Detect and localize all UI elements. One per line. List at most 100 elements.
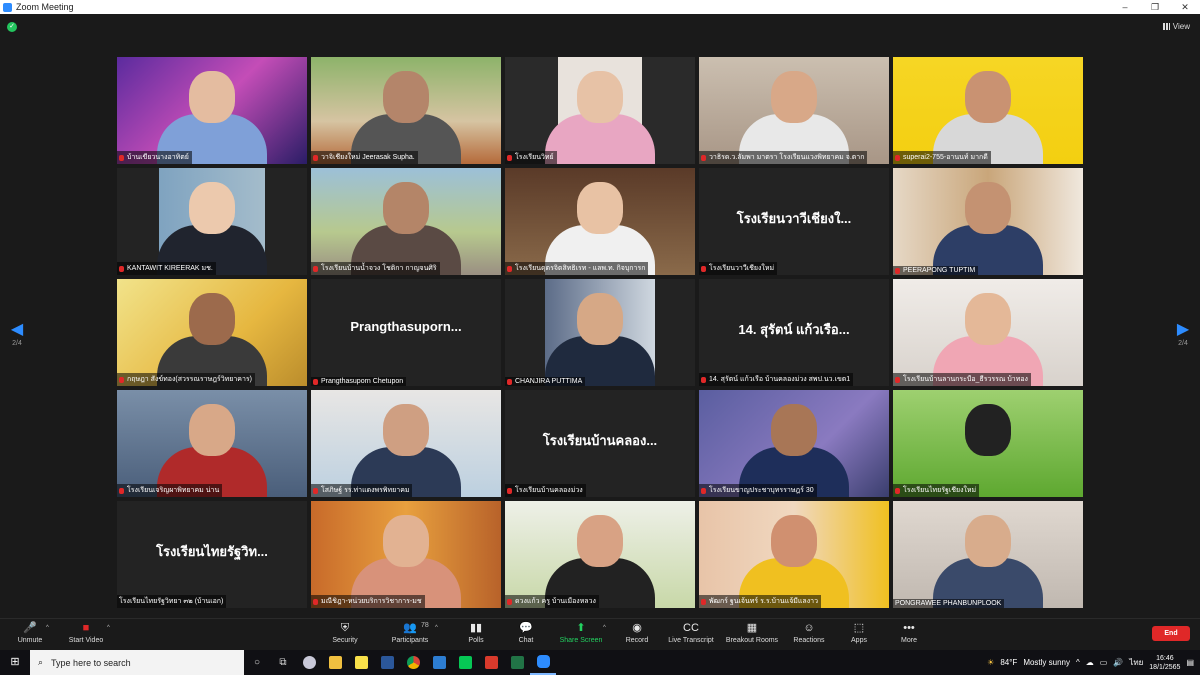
page-indicator-left: 2/4: [12, 340, 22, 347]
participant-video-tile[interactable]: PONGRAWEE PHANBUNPLOOK: [893, 501, 1083, 608]
participant-video-head: [965, 182, 1011, 234]
muted-mic-icon: [895, 376, 900, 383]
participant-video-tile[interactable]: บ้านเขียวนางอาทิตย์: [117, 57, 307, 164]
participant-video-tile[interactable]: โรงเรียนบ้านลานกระบือ_ธีรวรรณ บ้าทอง: [893, 279, 1083, 386]
participant-video-tile[interactable]: วาจิเชียงใหม่ Jeerasak Supha.: [311, 57, 501, 164]
input-language[interactable]: ไทย: [1129, 656, 1143, 669]
more-button[interactable]: ••• More: [879, 622, 939, 644]
participant-video-tile[interactable]: PEERAPONG TUPTIM: [893, 168, 1083, 275]
participant-name: โรงเรียนขาญประชาบุทรราษฎร์ 30: [709, 487, 814, 494]
chat-button[interactable]: 💬 Chat: [496, 622, 556, 644]
participant-video-tile[interactable]: 14. สุรัตน์ แก้วเรือ... 14. สุรัตน์ แก้วเ…: [699, 279, 889, 386]
encryption-shield-icon[interactable]: ✓: [7, 22, 17, 32]
participant-video-tile[interactable]: โรงเรียนดุตรจิตสิทธิเรท - แลพ.ท. กิจบุกา…: [505, 168, 695, 275]
participant-name-tag: วาธิรด.ว.ลัมพา มาตรา โรงเรียนแวงพิทยาคม …: [699, 151, 868, 164]
record-icon: ◉: [632, 622, 642, 634]
participant-name-tag: โรงเรียนไทยรัฐเชียงใหม่: [893, 484, 980, 497]
search-placeholder: Type here to search: [51, 657, 131, 668]
breakout-rooms-button[interactable]: ▦ Breakout Rooms: [722, 622, 782, 644]
taskbar-clock[interactable]: 16:46 18/1/2565: [1149, 654, 1180, 672]
participant-video-tile[interactable]: โรงเรียนวิทย์: [505, 57, 695, 164]
participant-video-tile[interactable]: โรงเรียนขาญประชาบุทรราษฎร์ 30: [699, 390, 889, 497]
photos-icon[interactable]: [426, 650, 452, 675]
next-page-control[interactable]: ▶ 2/4: [1173, 322, 1193, 348]
windows-start-icon[interactable]: ⊞: [0, 650, 30, 675]
participant-name: โสภิษฐ์ รร.ท่าแดงพรพิทยาคม: [321, 487, 410, 494]
audio-options-caret[interactable]: ^: [46, 625, 49, 631]
word-icon[interactable]: [374, 650, 400, 675]
network-icon[interactable]: ▭: [1100, 658, 1108, 667]
participant-video-tile[interactable]: พัฒกร์ ฐนเจ้นทร์ ร.ร.บ้านแจ้มีแลงาว: [699, 501, 889, 608]
participant-video-tile[interactable]: โรงเรียนวาวีเชียงใ... โรงเรียนวาวีเชียงให…: [699, 168, 889, 275]
meeting-toolbar: 🎤 Unmute ^ ■ Start Video ^ ⛨ Security 👥 …: [0, 618, 1200, 650]
game-app-icon[interactable]: [296, 650, 322, 675]
participant-name: วาจิเชียงใหม่ Jeerasak Supha.: [321, 154, 415, 161]
notifications-icon[interactable]: ▤: [1186, 658, 1194, 667]
participant-video-head: [577, 182, 623, 234]
show-hidden-icons-icon[interactable]: ^: [1076, 658, 1080, 667]
taskbar-search-box[interactable]: ⌕ Type here to search: [30, 650, 244, 675]
pdf-reader-icon[interactable]: [478, 650, 504, 675]
participant-name: PONGRAWEE PHANBUNPLOOK: [895, 600, 1002, 607]
participant-video-tile[interactable]: โรงเรียนไทยรัฐเชียงใหม่: [893, 390, 1083, 497]
participant-video-head: [383, 182, 429, 234]
participant-video-tile[interactable]: มณีชิฎา-หน่วยบริการวิชาการ-มช: [311, 501, 501, 608]
chevron-right-icon[interactable]: ▶: [1173, 322, 1193, 338]
previous-page-control[interactable]: ◀ 2/4: [7, 322, 27, 348]
file-explorer-icon[interactable]: [322, 650, 348, 675]
task-view-icon[interactable]: ⧉: [270, 650, 296, 675]
participant-video-tile[interactable]: ดวงแก้ว ครู บ้านเมืองหลวง: [505, 501, 695, 608]
participant-video-tile[interactable]: โรงเรียนเจริญผาพิทยาคม น่าน: [117, 390, 307, 497]
maximize-button[interactable]: ❐: [1140, 2, 1170, 13]
record-button[interactable]: ◉ Record: [607, 622, 667, 644]
weather-sun-icon[interactable]: ☀: [987, 658, 994, 667]
sticky-notes-icon[interactable]: [348, 650, 374, 675]
weather-temp[interactable]: 84°F: [1000, 658, 1017, 667]
participants-button[interactable]: 👥 78 Participants: [380, 622, 440, 644]
participant-video-tile[interactable]: วาธิรด.ว.ลัมพา มาตรา โรงเรียนแวงพิทยาคม …: [699, 57, 889, 164]
participant-name: 14. สุรัตน์ แก้วเรือ บ้านคลองม่วง สพป.นว…: [709, 376, 851, 383]
muted-mic-icon: 🎤: [23, 622, 37, 634]
participants-options-caret[interactable]: ^: [435, 625, 438, 631]
participant-video-tile[interactable]: KANTAWIT KIREERAK มช.: [117, 168, 307, 275]
participant-video-tile[interactable]: Prangthasuporn... Prangthasuporn Chetupon: [311, 279, 501, 386]
muted-mic-icon: [313, 598, 318, 605]
clock-time: 16:46: [1156, 654, 1174, 662]
participant-video-tile[interactable]: โรงเรียนบ้านคลอง... โรงเรียนบ้านคลองม่วง: [505, 390, 695, 497]
participant-video-tile[interactable]: superai2-755-อานนท์ มากดี: [893, 57, 1083, 164]
zoom-taskbar-icon[interactable]: [530, 650, 556, 675]
unmute-button[interactable]: 🎤 Unmute: [0, 622, 60, 644]
participant-video-head: [189, 182, 235, 234]
system-tray: ☀ 84°F Mostly sunny ^ ☁ ▭ 🔊 ไทย 16:46 18…: [987, 650, 1200, 675]
security-button[interactable]: ⛨ Security: [315, 622, 375, 644]
volume-icon[interactable]: 🔊: [1113, 658, 1123, 667]
participants-icon: 👥: [403, 622, 417, 634]
participant-video-tile[interactable]: กฤษฎา สังข์ทอง(สวรรณราษฎร์วิทยาคาร): [117, 279, 307, 386]
line-icon[interactable]: [452, 650, 478, 675]
cloud-icon[interactable]: ☁: [1086, 658, 1094, 667]
participant-video-tile[interactable]: โรงเรียนไทยรัฐวิท... โรงเรียนไทยรัฐวิทยา …: [117, 501, 307, 608]
video-options-caret[interactable]: ^: [107, 625, 110, 631]
participant-name-tag: บ้านเขียวนางอาทิตย์: [117, 151, 192, 164]
minimize-button[interactable]: –: [1110, 2, 1140, 12]
start-video-label: Start Video: [68, 637, 104, 644]
weather-text[interactable]: Mostly sunny: [1023, 658, 1070, 667]
excel-icon[interactable]: [504, 650, 530, 675]
close-button[interactable]: ✕: [1170, 2, 1200, 13]
cortana-icon[interactable]: ○: [244, 650, 270, 675]
participant-name: โรงเรียนบ้านลานกระบือ_ธีรวรรณ บ้าทอง: [903, 376, 1028, 383]
share-screen-button[interactable]: ⬆ Share Screen: [551, 622, 611, 644]
end-meeting-button[interactable]: End: [1152, 626, 1190, 641]
participant-video-tile[interactable]: โสภิษฐ์ รร.ท่าแดงพรพิทยาคม: [311, 390, 501, 497]
chevron-left-icon[interactable]: ◀: [7, 322, 27, 338]
view-button[interactable]: View: [1162, 22, 1190, 31]
muted-mic-icon: [701, 487, 706, 494]
chrome-icon[interactable]: [400, 650, 426, 675]
muted-mic-icon: [507, 378, 512, 385]
share-options-caret[interactable]: ^: [603, 625, 606, 631]
participant-video-tile[interactable]: CHANJIRA PUTTIMA: [505, 279, 695, 386]
participant-video-tile[interactable]: โรงเรียนบ้านน้ำจวง โชติกา กาญจนศิริ: [311, 168, 501, 275]
participant-name-tag: CHANJIRA PUTTIMA: [505, 377, 586, 386]
live-transcript-button[interactable]: CC Live Transcript: [661, 622, 721, 644]
participant-name: โรงเรียนไทยรัฐวิทยา ๓๒ (บ้านเอก): [119, 598, 224, 605]
